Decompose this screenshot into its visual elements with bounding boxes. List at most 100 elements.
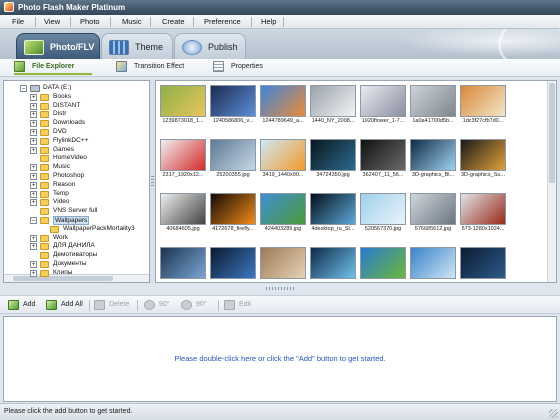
menu-separator [193, 17, 194, 27]
subtab-file-explorer[interactable]: File Explorer [14, 61, 92, 75]
tree-horizontal-scrollbar[interactable] [4, 274, 149, 282]
tree-item-label: Wallpapers [53, 216, 90, 225]
photo-thumbnail[interactable]: 1244789649_a... [258, 83, 308, 126]
thumbnail-image [360, 247, 406, 279]
photo-thumbnail[interactable]: 4desktop_ru_St... [308, 191, 358, 234]
scrollbar-thumb[interactable] [13, 276, 113, 281]
thumbnail-caption: 1244789649_a... [262, 118, 304, 124]
thumbnail-image [310, 193, 356, 225]
photo-thumbnail[interactable]: 573-1280x1024... [458, 191, 508, 234]
photo-thumbnail[interactable]: 1440_NY_2008... [308, 83, 358, 126]
delete-icon [94, 300, 105, 310]
edit-button[interactable]: Edit [224, 299, 258, 312]
expand-icon[interactable]: + [30, 93, 37, 101]
expand-icon[interactable]: + [30, 120, 37, 128]
photo-thumbnail[interactable] [308, 245, 358, 282]
collapse-icon[interactable]: − [30, 217, 37, 224]
rotate-left-button[interactable]: 90° [144, 299, 176, 312]
photo-thumbnail[interactable] [358, 245, 408, 282]
photo-thumbnail[interactable]: 1240586806_v... [208, 83, 258, 126]
add-button[interactable]: Add [8, 299, 40, 312]
expand-icon[interactable]: + [30, 137, 37, 145]
photo-thumbnail[interactable] [458, 245, 508, 282]
subtab-label: Transition Effect [134, 63, 185, 70]
photo-thumbnail[interactable]: 3D-graphics_Bl... [408, 137, 458, 180]
photo-thumbnail[interactable]: 576685612.jpg [408, 191, 458, 234]
folder-tree[interactable]: − DATA (E:) + Books + DISTANT + Distr + Downloads… [3, 80, 150, 283]
menu-help[interactable]: Help [261, 17, 276, 26]
rotate-right-button[interactable]: 90° [181, 299, 213, 312]
thumbnail-image [260, 247, 306, 279]
photo-thumbnail[interactable]: 362407_11_56... [358, 137, 408, 180]
folder-icon [40, 120, 49, 128]
add-all-button[interactable]: Add All [46, 299, 90, 312]
main-tab-bar: Photo/FLV Theme Publish [0, 29, 560, 59]
photo-thumbnail[interactable]: 520567370.jpg [358, 191, 408, 234]
expand-icon[interactable]: + [30, 234, 37, 242]
tree-item-label: Work [53, 233, 69, 241]
photo-list-drop-zone[interactable]: Please double-click here or click the "A… [3, 316, 557, 402]
expand-icon[interactable]: + [30, 164, 37, 172]
expand-icon[interactable]: + [30, 261, 37, 268]
thumbnail-image [210, 85, 256, 117]
photo-thumbnail[interactable] [158, 245, 208, 282]
photo-thumbnail[interactable]: 1a0a41700d5b... [408, 83, 458, 126]
horizontal-splitter[interactable] [0, 285, 560, 293]
expand-icon[interactable]: + [30, 269, 37, 277]
thumbnail-caption: 4172678_firefly... [212, 226, 254, 232]
expand-icon[interactable]: + [30, 173, 37, 180]
subtab-transition-effect[interactable]: Transition Effect [116, 61, 194, 75]
tab-theme[interactable]: Theme [101, 33, 173, 59]
folder-icon [40, 269, 49, 277]
photo-thumbnail[interactable]: 25200355.jpg [208, 137, 258, 180]
subtab-properties[interactable]: Properties [213, 61, 273, 75]
photo-thumbnail[interactable]: 40684605.jpg [158, 191, 208, 234]
photo-thumbnail[interactable]: 2317_1920x12... [158, 137, 208, 180]
photo-thumbnail[interactable] [258, 245, 308, 282]
photo-thumbnail[interactable] [408, 245, 458, 282]
thumbnail-image [410, 85, 456, 117]
photo-thumbnail[interactable]: 4172678_firefly... [208, 191, 258, 234]
expand-icon[interactable]: + [30, 146, 37, 154]
thumbnail-grid[interactable]: 1239873018_1... 1240586806_v... 1244789649… [155, 80, 557, 283]
tree-item-label: Music [53, 163, 70, 171]
tab-label: Publish [208, 42, 238, 52]
expand-icon[interactable]: + [30, 243, 37, 251]
photo-thumbnail[interactable]: 1239873018_1... [158, 83, 208, 126]
menu-separator [283, 17, 284, 27]
tree-item-label: Клипы [53, 268, 73, 276]
expand-icon[interactable]: + [30, 190, 37, 198]
menu-preference[interactable]: Preference [204, 17, 241, 26]
menu-separator [35, 17, 36, 27]
tab-publish[interactable]: Publish [174, 33, 246, 59]
expand-icon[interactable]: + [30, 102, 37, 110]
photo-thumbnail[interactable]: 1920flower_1-7... [358, 83, 408, 126]
menu-photo[interactable]: Photo [80, 17, 100, 26]
scrollbar-thumb[interactable] [549, 83, 555, 183]
photo-thumbnail[interactable]: 3419_1440x90... [258, 137, 308, 180]
tab-photo-flv[interactable]: Photo/FLV [16, 33, 100, 59]
photo-thumbnail[interactable]: 1dc3f27cfb7d0... [458, 83, 508, 126]
photo-thumbnail[interactable]: 3D-graphics_Su... [458, 137, 508, 180]
subtab-label: Properties [231, 63, 263, 70]
photo-toolbar: Add Add All Delete 90° 90° Edit [0, 295, 560, 314]
thumbnail-image [210, 193, 256, 225]
expand-icon[interactable]: + [30, 181, 37, 189]
thumbnail-image [210, 247, 256, 279]
photo-thumbnail[interactable] [208, 245, 258, 282]
photo-thumbnail[interactable]: 34724350.jpg [308, 137, 358, 180]
menu-create[interactable]: Create [162, 17, 185, 26]
thumbnail-image [160, 85, 206, 117]
menu-file[interactable]: File [12, 17, 24, 26]
delete-button[interactable]: Delete [94, 299, 134, 312]
resize-grip-icon[interactable] [549, 409, 558, 418]
photo-thumbnail[interactable]: 424403289.jpg [258, 191, 308, 234]
expand-icon[interactable]: + [30, 129, 37, 136]
menu-view[interactable]: View [44, 17, 60, 26]
thumbnail-image [260, 85, 306, 117]
expand-icon[interactable]: + [30, 199, 37, 207]
menu-music[interactable]: Music [122, 17, 142, 26]
thumbnail-vertical-scrollbar[interactable] [547, 81, 556, 282]
expand-icon[interactable]: + [30, 111, 37, 119]
collapse-icon[interactable]: − [20, 85, 27, 92]
